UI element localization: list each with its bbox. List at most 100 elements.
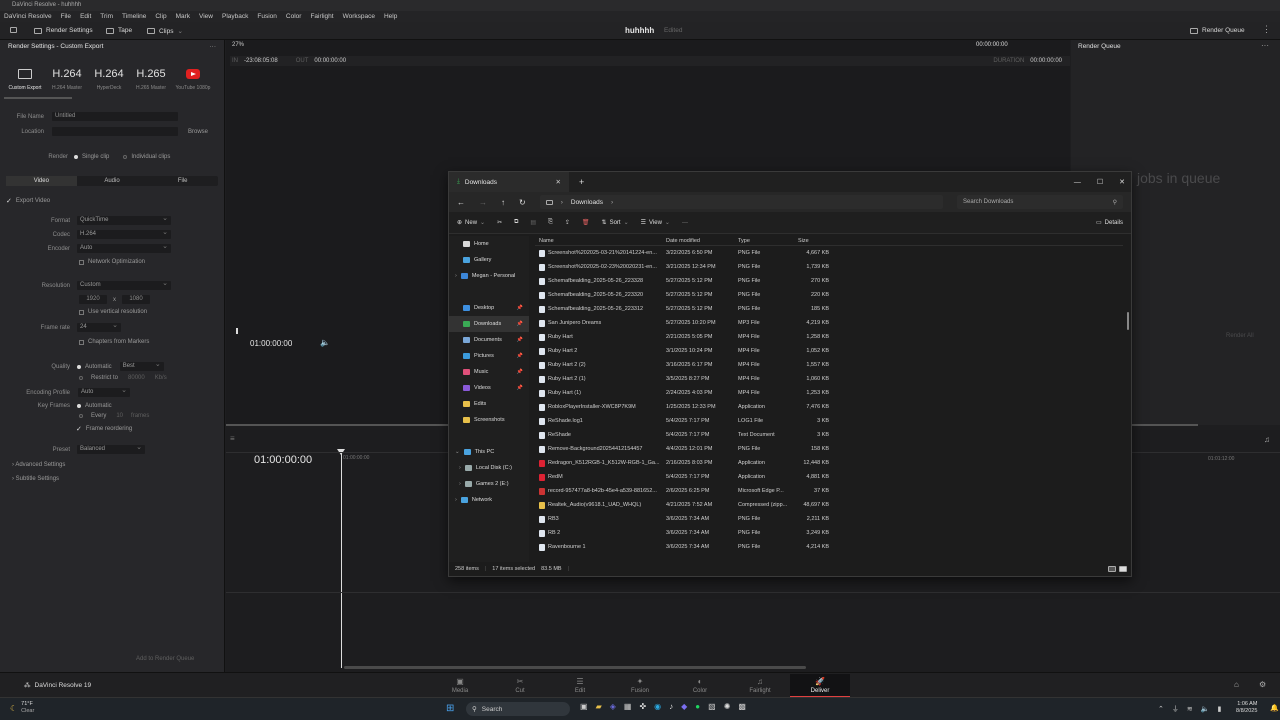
- file-row[interactable]: Schemafbealding_2025-05-26_223312 5/27/20…: [535, 302, 1123, 316]
- windows-start-icon[interactable]: ⊞: [446, 703, 454, 714]
- file-list-scrollbar[interactable]: [1127, 312, 1129, 330]
- photos-icon[interactable]: ▧: [708, 702, 716, 711]
- settings-icon[interactable]: ⚙: [1259, 680, 1266, 689]
- single-clip-radio[interactable]: Single clip: [74, 154, 109, 160]
- file-row[interactable]: Ruby Hart 2 3/1/2025 10:24 PM MP4 File 1,05…: [535, 344, 1123, 358]
- pin-icon[interactable]: 📌: [517, 385, 523, 391]
- spotify-icon[interactable]: ●: [695, 702, 700, 711]
- individual-clips-radio[interactable]: Individual clips: [123, 154, 170, 160]
- close-window-icon[interactable]: ✕: [1119, 178, 1125, 186]
- codec-dropdown[interactable]: H.264: [77, 228, 171, 239]
- tray-chevron-icon[interactable]: ⌃: [1158, 705, 1164, 713]
- file-row[interactable]: ReShade.log1 5/4/2025 7:17 PM LOG1 File 3 K…: [535, 414, 1123, 428]
- chatgpt-icon[interactable]: ✺: [724, 702, 731, 711]
- file-row[interactable]: Screenshot%202025-03-21%20141224-en... 3/…: [535, 246, 1123, 260]
- zoom-level[interactable]: 27%: [232, 42, 244, 48]
- render-all-button[interactable]: Render All: [1226, 333, 1254, 339]
- render-queue-button[interactable]: Render Queue: [1190, 27, 1245, 34]
- close-tab-icon[interactable]: ✕: [556, 178, 561, 186]
- sidebar-item-megan-personal[interactable]: › Megan - Personal: [449, 268, 529, 284]
- cut-icon[interactable]: ✂: [497, 219, 502, 226]
- menu-item-fusion[interactable]: Fusion: [257, 13, 277, 20]
- file-row[interactable]: Screenshot%202025-02-23%20020231-en... 3/…: [535, 260, 1123, 274]
- volume-icon[interactable]: 🔈: [1201, 705, 1210, 713]
- discord-icon[interactable]: ◆: [681, 702, 687, 711]
- page-tab-cut[interactable]: ✂ Cut: [490, 674, 550, 697]
- menu-item-trim[interactable]: Trim: [100, 13, 113, 20]
- paste-icon[interactable]: ▤: [530, 219, 536, 226]
- store-icon[interactable]: ▦: [624, 702, 632, 711]
- export-video-checkbox[interactable]: ✓ Export Video: [6, 198, 50, 205]
- file-row[interactable]: Schemafbealding_2025-05-26_223320 5/27/20…: [535, 288, 1123, 302]
- every-value[interactable]: 10: [116, 413, 123, 419]
- clock[interactable]: 1:06 AM 8/8/2025: [1236, 701, 1257, 715]
- resolution-width-input[interactable]: 1920: [79, 295, 107, 304]
- tab-audio[interactable]: Audio: [77, 176, 148, 186]
- quality-automatic-radio[interactable]: Automatic: [77, 364, 112, 370]
- audio-meter-icon[interactable]: ♫: [1264, 435, 1270, 444]
- menu-item-clip[interactable]: Clip: [155, 13, 166, 20]
- preset-h-265-master[interactable]: H.265 H.265 Master: [130, 65, 172, 91]
- preset-youtube-1080p[interactable]: YouTube 1080p: [172, 65, 214, 91]
- tape-button[interactable]: Tape: [106, 27, 132, 34]
- timeline-scrollbar[interactable]: [344, 666, 806, 669]
- refresh-icon[interactable]: ↻: [519, 198, 526, 207]
- sidebar-item-gallery[interactable]: Gallery: [449, 252, 529, 268]
- volume-icon[interactable]: 🔈: [320, 338, 330, 347]
- menu-item-davinci-resolve[interactable]: DaVinci Resolve: [4, 13, 52, 20]
- encoder-dropdown[interactable]: Auto: [77, 242, 171, 253]
- file-row[interactable]: RB 2 3/6/2025 7:34 AM PNG File 3,249 KB: [535, 526, 1123, 540]
- keyframes-automatic-radio[interactable]: Automatic: [77, 403, 112, 409]
- sort-button[interactable]: ⇅ Sort ⌄: [602, 219, 629, 227]
- taskbar-search[interactable]: ⚲ Search: [466, 702, 570, 716]
- file-row[interactable]: ReShade 5/4/2025 7:17 PM Text Document 3 KB: [535, 428, 1123, 442]
- battery-icon[interactable]: ▮: [1217, 705, 1221, 713]
- sidebar-item-screenshots[interactable]: Screenshots: [449, 412, 529, 428]
- notification-icon[interactable]: 🔔: [1270, 704, 1279, 712]
- sidebar-item-home[interactable]: Home: [449, 236, 529, 252]
- home-icon[interactable]: ⌂: [1234, 680, 1239, 689]
- copy-icon[interactable]: ⧉: [514, 219, 518, 226]
- pin-icon[interactable]: 📌: [517, 369, 523, 375]
- page-tab-color[interactable]: ◐ Color: [670, 674, 730, 697]
- menu-item-edit[interactable]: Edit: [80, 13, 91, 20]
- tab-downloads[interactable]: ⤓ Downloads ✕: [449, 172, 569, 192]
- file-row[interactable]: RedM 5/4/2025 7:17 PM Application 4,881 KB: [535, 470, 1123, 484]
- up-icon[interactable]: ↑: [501, 198, 505, 207]
- sidebar-item-videos[interactable]: Videos 📌: [449, 380, 529, 396]
- file-row[interactable]: Redragon_K512RGB-1_K512W-RGB-1_Ga... 2/16…: [535, 456, 1123, 470]
- quality-dropdown[interactable]: Best: [119, 360, 164, 371]
- encoding-profile-dropdown[interactable]: Auto: [78, 386, 130, 397]
- timeline-playhead[interactable]: [341, 450, 342, 668]
- vertical-resolution-checkbox[interactable]: Use vertical resolution: [79, 309, 147, 315]
- expand-icon[interactable]: ⋮: [1262, 24, 1271, 35]
- file-row[interactable]: Schemafbealding_2025-05-26_223328 5/27/20…: [535, 274, 1123, 288]
- sidebar-item-network[interactable]: › Network: [449, 492, 529, 508]
- resolution-height-input[interactable]: 1080: [122, 295, 150, 304]
- network-optimization-checkbox[interactable]: Network Optimization: [79, 259, 145, 265]
- menu-item-mark[interactable]: Mark: [176, 13, 190, 20]
- search-input[interactable]: Search Downloads ⚲: [957, 195, 1123, 209]
- file-row[interactable]: Remove-Background20254412154457 4/4/2025 …: [535, 442, 1123, 456]
- menu-item-timeline[interactable]: Timeline: [122, 13, 146, 20]
- file-row[interactable]: Ruby Hart 2 (2) 3/16/2025 6:17 PM MP4 File…: [535, 358, 1123, 372]
- add-to-render-queue-button[interactable]: Add to Render Queue: [136, 656, 194, 662]
- column-size[interactable]: Size: [795, 238, 833, 244]
- menu-item-playback[interactable]: Playback: [222, 13, 248, 20]
- menu-item-fairlight[interactable]: Fairlight: [310, 13, 333, 20]
- share-icon[interactable]: ⇪: [565, 219, 570, 226]
- new-button[interactable]: ⊕ New ⌄: [457, 219, 485, 227]
- forward-icon[interactable]: →: [479, 198, 487, 207]
- subtitle-settings-toggle[interactable]: › Subtitle Settings: [12, 476, 59, 482]
- clips-button[interactable]: Clips ⌄: [147, 27, 183, 35]
- resolution-dropdown[interactable]: Custom: [77, 279, 171, 290]
- sidebar-item-local-disk-c-[interactable]: › Local Disk (C:): [449, 460, 529, 476]
- menu-item-view[interactable]: View: [199, 13, 213, 20]
- new-tab-icon[interactable]: +: [579, 177, 584, 187]
- weather-widget[interactable]: ☾ 71°F Clear: [10, 701, 34, 715]
- file-name-input[interactable]: Untitled: [52, 112, 178, 121]
- render-settings-button[interactable]: Render Settings: [34, 27, 93, 34]
- page-tab-fusion[interactable]: ✦ Fusion: [610, 674, 670, 697]
- page-tab-fairlight[interactable]: ♫ Fairlight: [730, 674, 790, 697]
- edge-icon[interactable]: ◉: [654, 702, 661, 711]
